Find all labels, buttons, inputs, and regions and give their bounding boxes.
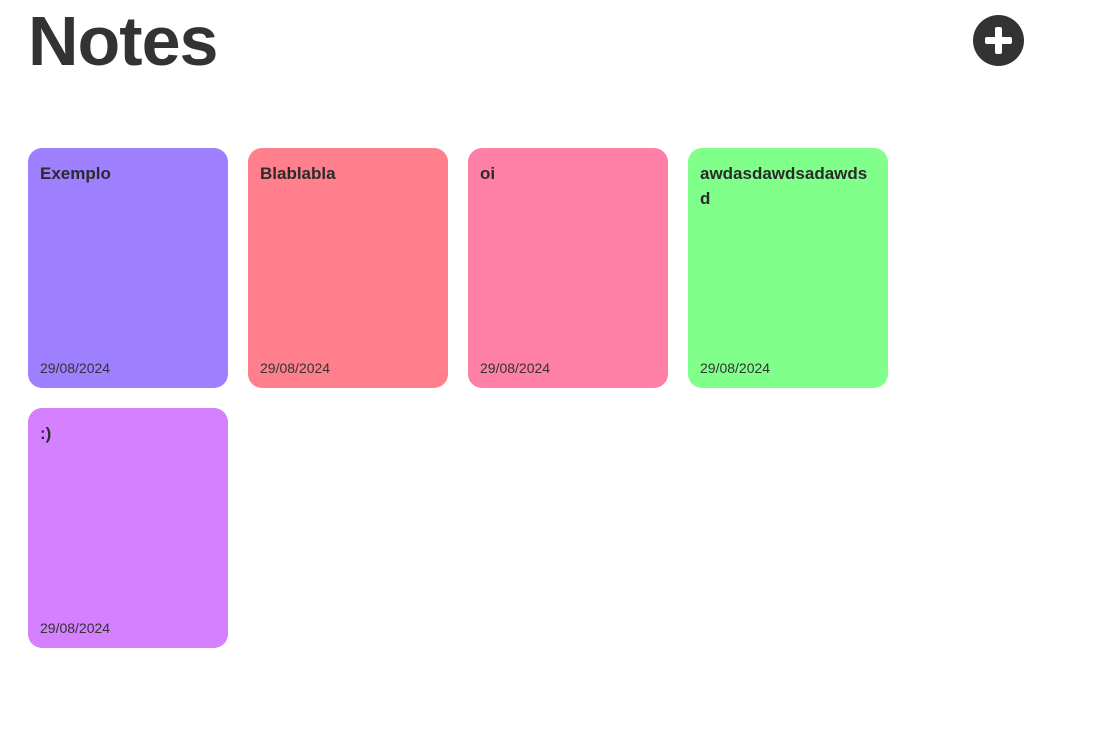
note-title: oi — [480, 164, 496, 183]
note-card[interactable]: oi 29/08/2024 — [468, 148, 668, 388]
note-title: :) — [40, 424, 52, 443]
note-card[interactable]: Blablabla 29/08/2024 — [248, 148, 448, 388]
note-date: 29/08/2024 — [40, 360, 111, 376]
note-title: Blablabla — [260, 164, 336, 183]
note-card[interactable]: :) 29/08/2024 — [28, 408, 228, 648]
note-date: 29/08/2024 — [260, 360, 331, 376]
note-card[interactable]: Exemplo 29/08/2024 — [28, 148, 228, 388]
note-title: awdasdawdsadawdsd — [700, 164, 868, 208]
note-date: 29/08/2024 — [40, 620, 111, 636]
note-card[interactable]: awdasdawdsadawdsd 29/08/2024 — [688, 148, 888, 388]
note-date: 29/08/2024 — [700, 360, 771, 376]
add-note-button[interactable] — [973, 15, 1024, 66]
page-title: Notes — [28, 2, 218, 80]
note-date: 29/08/2024 — [480, 360, 551, 376]
note-title: Exemplo — [40, 164, 111, 183]
notes-grid: Exemplo 29/08/2024 Blablabla 29/08/2024 … — [28, 148, 928, 648]
